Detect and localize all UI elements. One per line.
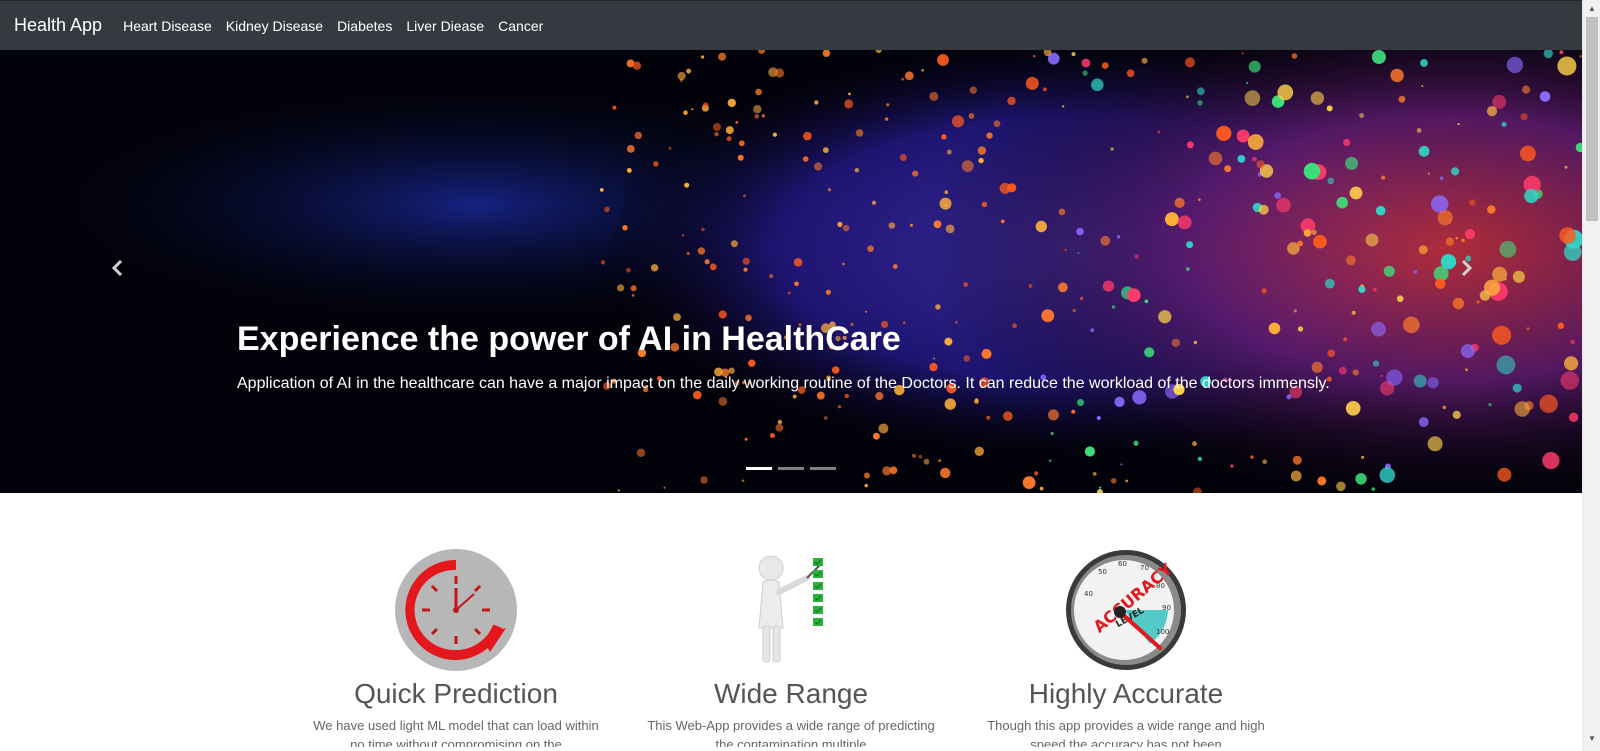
scroll-up-arrow-icon[interactable]: ▲ — [1583, 0, 1600, 17]
feature-text-wide-range: This Web-App provides a wide range of pr… — [647, 718, 935, 747]
feature-title-quick-prediction: Quick Prediction — [354, 678, 558, 709]
nav-link-liver-disease[interactable]: Liver Diease — [406, 18, 484, 34]
feature-highly-accurate: 40 50 60 70 80 90 100 ACCURACY LEVEL Hig… — [976, 548, 1276, 747]
feature-text-quick-prediction: We have used light ML model that can loa… — [313, 718, 599, 747]
chevron-left-icon — [111, 260, 123, 276]
navbar: Health App Heart Disease Kidney Disease … — [0, 0, 1582, 50]
hero-slide-image — [0, 50, 1582, 493]
scrollbar-thumb[interactable] — [1586, 17, 1598, 221]
gauge-tick-70: 70 — [1140, 564, 1149, 572]
carousel-indicator-3[interactable] — [810, 467, 836, 470]
nav-link-cancer[interactable]: Cancer — [498, 18, 543, 34]
feature-text-highly-accurate: Though this app provides a wide range an… — [987, 718, 1265, 747]
features-section: Quick Prediction We have used light ML m… — [0, 493, 1582, 747]
scroll-down-arrow-icon[interactable]: ▼ — [1583, 730, 1600, 747]
nav-link-diabetes[interactable]: Diabetes — [337, 18, 392, 34]
feature-title-wide-range: Wide Range — [713, 678, 869, 709]
clock-icon — [395, 549, 517, 671]
carousel-title: Experience the power of AI in HealthCare — [237, 320, 901, 358]
carousel-next-button[interactable] — [1446, 248, 1486, 288]
carousel-indicators — [746, 467, 836, 470]
feature-wide-range: Wide Range This Web-App provides a wide … — [641, 548, 941, 747]
chevron-right-icon — [1461, 260, 1473, 276]
carousel-indicator-1[interactable] — [746, 467, 772, 470]
feature-title-highly-accurate: Highly Accurate — [1028, 678, 1224, 709]
page-scrollbar[interactable]: ▲ ▼ — [1582, 0, 1600, 751]
carousel-caption: Experience the power of AI in HealthCare… — [237, 318, 1345, 396]
gauge-tick-90: 90 — [1162, 604, 1171, 612]
carousel-indicator-2[interactable] — [778, 467, 804, 470]
presenter-checklist-icon — [758, 555, 823, 663]
nav-link-kidney-disease[interactable]: Kidney Disease — [226, 18, 323, 34]
gauge-tick-50: 50 — [1098, 568, 1107, 576]
page: Health App Heart Disease Kidney Disease … — [0, 0, 1582, 747]
carousel-prev-button[interactable] — [98, 248, 138, 288]
nav-link-heart-disease[interactable]: Heart Disease — [123, 18, 212, 34]
gauge-tick-100: 100 — [1156, 628, 1169, 636]
hero-carousel: Experience the power of AI in HealthCare… — [0, 50, 1582, 493]
brand-link[interactable]: Health App — [14, 15, 102, 36]
gauge-tick-40: 40 — [1084, 590, 1093, 598]
accuracy-gauge-icon: 40 50 60 70 80 90 100 ACCURACY LEVEL — [1066, 550, 1186, 670]
gauge-tick-60: 60 — [1118, 560, 1127, 568]
feature-quick-prediction: Quick Prediction We have used light ML m… — [306, 548, 606, 747]
carousel-text: Application of AI in the healthcare can … — [237, 375, 1330, 392]
